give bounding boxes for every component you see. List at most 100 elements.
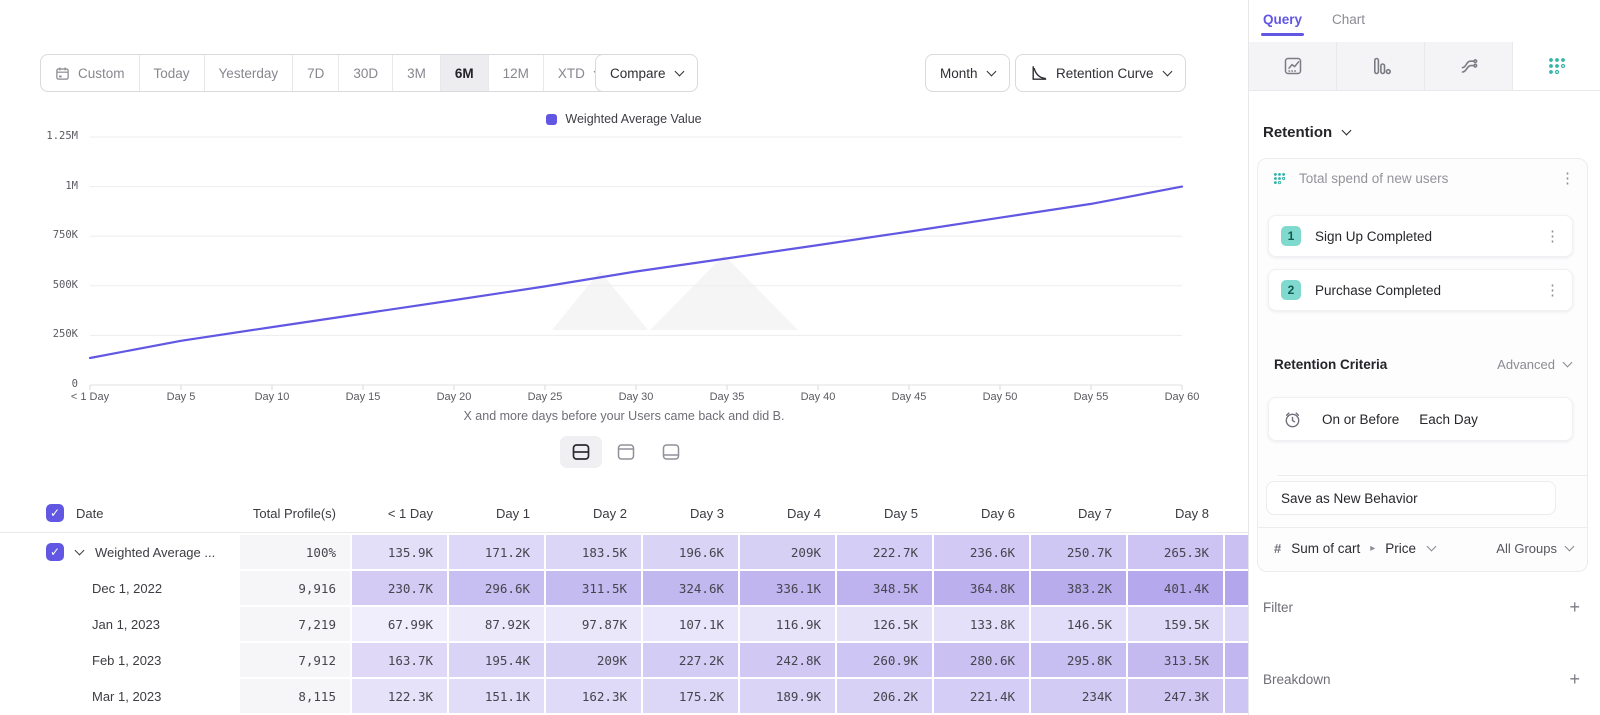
select-all-checkbox[interactable]: ✓ xyxy=(46,504,64,522)
retention-value-cell[interactable]: 324.6K xyxy=(641,571,738,605)
column-header[interactable]: Day 2 xyxy=(544,506,641,521)
granularity-button[interactable]: Month xyxy=(925,54,1010,92)
column-header[interactable]: Day 3 xyxy=(641,506,738,521)
retention-value-cell[interactable]: 196.6K xyxy=(641,535,738,569)
view-toggle-split[interactable] xyxy=(560,436,602,468)
retention-value-cell[interactable]: 107.1K xyxy=(641,607,738,641)
retention-value-cell[interactable]: 295.8K xyxy=(1029,643,1126,677)
criteria-mode-dropdown[interactable]: Advanced xyxy=(1497,357,1571,372)
range-custom[interactable]: Custom xyxy=(41,55,140,91)
retention-value-cell[interactable]: 133.8K xyxy=(932,607,1029,641)
range-12m[interactable]: 12M xyxy=(489,55,544,91)
column-header[interactable]: < 1 Day xyxy=(350,506,447,521)
retention-value-cell[interactable]: 122.3K xyxy=(350,679,447,713)
retention-value-cell[interactable]: 236.6K xyxy=(932,535,1029,569)
tab-query[interactable]: Query xyxy=(1263,12,1302,27)
retention-value-cell[interactable]: 135.9K xyxy=(350,535,447,569)
retention-value-cell[interactable]: 97.87K xyxy=(544,607,641,641)
retention-value-cell[interactable]: 221.4K xyxy=(932,679,1029,713)
retention-value-cell[interactable]: 265.3K xyxy=(1126,535,1223,569)
retention-value-cell[interactable]: 280.6K xyxy=(932,643,1029,677)
measure-subproperty-label[interactable]: Price xyxy=(1385,541,1416,556)
retention-value-cell[interactable]: 364.8K xyxy=(932,571,1029,605)
retention-value-cell[interactable]: 260.9K xyxy=(835,643,932,677)
retention-value-cell[interactable]: 313.5K xyxy=(1126,643,1223,677)
retention-value-cell[interactable]: 126.5K xyxy=(835,607,932,641)
column-header[interactable]: Day 5 xyxy=(835,506,932,521)
kebab-menu-icon[interactable]: ⋮ xyxy=(1545,283,1560,298)
kebab-menu-icon[interactable]: ⋮ xyxy=(1560,171,1575,186)
column-header[interactable]: Day 4 xyxy=(738,506,835,521)
chart-legend[interactable]: Weighted Average Value xyxy=(0,112,1248,126)
view-toggle-table[interactable] xyxy=(650,436,692,468)
retention-value-cell[interactable]: 209K xyxy=(544,643,641,677)
range-6m[interactable]: 6M xyxy=(441,55,489,91)
weighted-average-line[interactable] xyxy=(90,187,1182,358)
add-filter-button[interactable]: + xyxy=(1569,598,1580,616)
retention-value-cell[interactable]: 336.1K xyxy=(738,571,835,605)
range-today[interactable]: Today xyxy=(140,55,205,91)
retention-value-cell[interactable]: 87.92K xyxy=(447,607,544,641)
report-type-funnels[interactable] xyxy=(1337,42,1425,90)
column-header[interactable]: Day 7 xyxy=(1029,506,1126,521)
retention-value-cell[interactable]: 116.9K xyxy=(738,607,835,641)
column-header[interactable]: Day 8 xyxy=(1126,506,1223,521)
behavior-title[interactable]: Total spend of new users xyxy=(1299,171,1448,186)
timing-unit-label[interactable]: Each Day xyxy=(1419,412,1478,427)
range-30d[interactable]: 30D xyxy=(339,55,393,91)
retention-value-cell[interactable]: 67.99K xyxy=(350,607,447,641)
retention-value-cell[interactable]: 311.5K xyxy=(544,571,641,605)
kebab-menu-icon[interactable]: ⋮ xyxy=(1545,229,1560,244)
retention-value-cell[interactable]: 401.4K xyxy=(1126,571,1223,605)
retention-value-cell[interactable]: 242.8K xyxy=(738,643,835,677)
row-checkbox[interactable]: ✓ xyxy=(46,543,64,561)
range-7d[interactable]: 7D xyxy=(293,55,339,91)
group-dropdown[interactable]: All Groups xyxy=(1496,541,1573,556)
expand-chevron-icon[interactable] xyxy=(75,545,85,555)
retention-value-cell[interactable]: 247.3K xyxy=(1126,679,1223,713)
report-type-insights[interactable] xyxy=(1249,42,1337,90)
retention-value-cell[interactable]: 183.5K xyxy=(544,535,641,569)
view-toggle-chart[interactable] xyxy=(605,436,647,468)
tab-chart[interactable]: Chart xyxy=(1332,12,1365,27)
retention-value-cell[interactable]: 383.2K xyxy=(1029,571,1126,605)
add-breakdown-button[interactable]: + xyxy=(1569,670,1580,688)
report-section-dropdown[interactable]: Retention xyxy=(1263,124,1350,141)
retention-value-cell[interactable]: 250.7K xyxy=(1029,535,1126,569)
retention-value-cell[interactable]: 222.7K xyxy=(835,535,932,569)
step-event-label[interactable]: Purchase Completed xyxy=(1315,283,1531,298)
chart-type-button[interactable]: Retention Curve xyxy=(1015,54,1186,92)
retention-value-cell[interactable]: 227.2K xyxy=(641,643,738,677)
retention-value-cell[interactable]: 348.5K xyxy=(835,571,932,605)
report-type-retention[interactable] xyxy=(1513,42,1600,90)
retention-value-cell[interactable]: 146.5K xyxy=(1029,607,1126,641)
column-header[interactable]: Day 6 xyxy=(932,506,1029,521)
retention-value-cell[interactable]: 162.3K xyxy=(544,679,641,713)
total-profiles-cell: 100% xyxy=(238,535,350,569)
range-3m[interactable]: 3M xyxy=(393,55,441,91)
range-yesterday[interactable]: Yesterday xyxy=(205,55,294,91)
report-type-flows[interactable] xyxy=(1425,42,1513,90)
retention-value-cell[interactable]: 234K xyxy=(1029,679,1126,713)
retention-value-cell[interactable]: 296.6K xyxy=(447,571,544,605)
retention-value-cell[interactable]: 230.7K xyxy=(350,571,447,605)
step-row-1[interactable]: 1 Sign Up Completed ⋮ xyxy=(1268,215,1573,257)
step-event-label[interactable]: Sign Up Completed xyxy=(1315,229,1531,244)
retention-value-cell[interactable]: 209K xyxy=(738,535,835,569)
save-behavior-button[interactable]: Save as New Behavior xyxy=(1266,481,1556,515)
criteria-timing-card[interactable]: On or Before Each Day xyxy=(1268,397,1573,441)
retention-value-cell[interactable]: 175.2K xyxy=(641,679,738,713)
retention-value-cell[interactable]: 163.7K xyxy=(350,643,447,677)
step-row-2[interactable]: 2 Purchase Completed ⋮ xyxy=(1268,269,1573,311)
timing-label[interactable]: On or Before xyxy=(1322,412,1399,427)
retention-value-cell[interactable]: 206.2K xyxy=(835,679,932,713)
retention-value-cell[interactable]: 171.2K xyxy=(447,535,544,569)
column-header[interactable]: Day 1 xyxy=(447,506,544,521)
retention-value-cell[interactable]: 159.5K xyxy=(1126,607,1223,641)
retention-value-cell[interactable]: 189.9K xyxy=(738,679,835,713)
measure-property-label[interactable]: Sum of cart xyxy=(1291,541,1360,556)
retention-value-cell[interactable]: 195.4K xyxy=(447,643,544,677)
column-header[interactable]: Total Profile(s) xyxy=(238,506,350,521)
compare-button[interactable]: Compare xyxy=(595,54,698,92)
retention-value-cell[interactable]: 151.1K xyxy=(447,679,544,713)
